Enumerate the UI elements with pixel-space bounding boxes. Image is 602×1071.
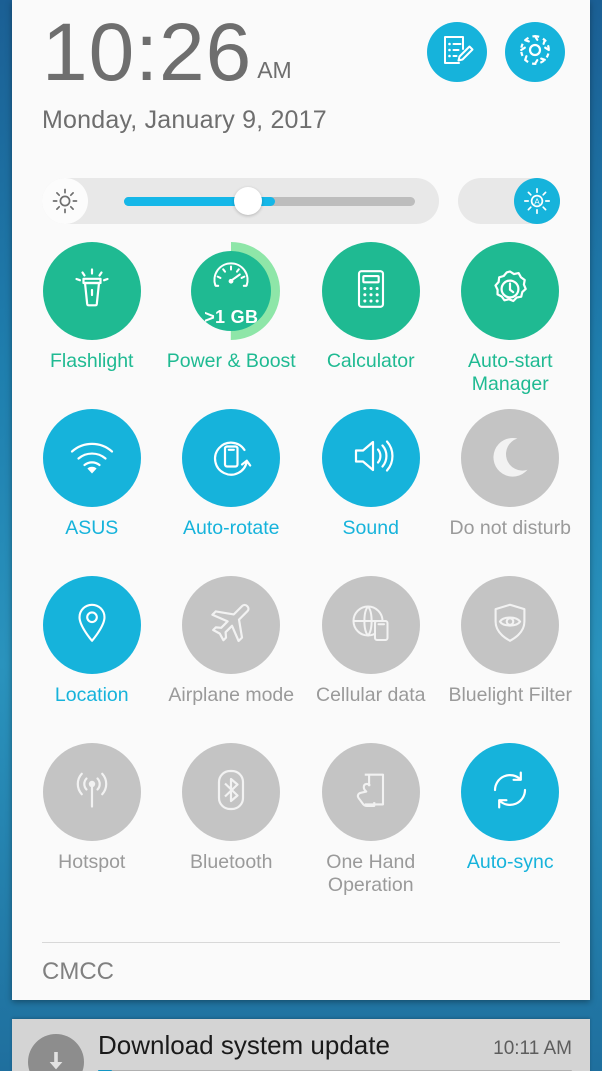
tile-power-boost-circle: >1 GB <box>182 242 281 340</box>
brightness-handle[interactable] <box>234 187 263 215</box>
tile-hotspot-label: Hotspot <box>58 851 126 873</box>
tile-do-not-disturb[interactable]: Do not disturb <box>441 407 581 574</box>
carrier-bar: CMCC <box>42 942 560 1000</box>
tile-flashlight-circle <box>42 242 141 340</box>
speaker-icon <box>346 431 396 486</box>
globe-phone-icon <box>346 598 396 653</box>
tile-hotspot[interactable]: Hotspot <box>22 741 162 908</box>
brightness-auto-icon: A <box>514 178 560 224</box>
tile-cellular-data[interactable]: Cellular data <box>301 574 441 741</box>
tile-do-not-disturb-label: Do not disturb <box>449 517 571 539</box>
airplane-icon <box>206 598 256 653</box>
tile-wifi-asus[interactable]: ASUS <box>22 407 162 574</box>
hotspot-icon <box>67 765 117 820</box>
notification-time: 10:11 AM <box>493 1038 572 1059</box>
brightness-track <box>124 196 415 206</box>
sync-icon <box>484 764 536 821</box>
tile-sound[interactable]: Sound <box>301 407 441 574</box>
edit-notes-button[interactable] <box>427 22 487 82</box>
clock-time: 10:26 <box>42 7 253 98</box>
tile-calculator[interactable]: Calculator <box>301 240 441 407</box>
tile-auto-start-manager-label: Auto-start Manager <box>467 350 553 395</box>
tile-auto-start-manager[interactable]: Auto-start Manager <box>441 240 581 407</box>
tile-bluelight-filter-circle <box>461 576 560 674</box>
settings-button[interactable] <box>505 22 565 82</box>
tile-power-boost-label: Power & Boost <box>166 350 296 372</box>
tile-calculator-label: Calculator <box>326 350 415 372</box>
tile-hotspot-circle <box>42 743 141 841</box>
notification-body: Download system update 10:11 AM <box>98 1028 572 1071</box>
tile-bluelight-filter-label: Bluelight Filter <box>448 684 573 706</box>
brightness-row: A <box>12 170 590 232</box>
svg-text:A: A <box>534 196 540 206</box>
shield-eye-icon <box>486 599 534 652</box>
tile-auto-start-manager-circle <box>461 242 560 340</box>
notification-shade: Download system update 10:11 AM <box>12 1019 590 1071</box>
boost-badge: >1 GB <box>204 306 259 327</box>
tile-do-not-disturb-circle <box>461 409 560 507</box>
tile-power-boost[interactable]: >1 GB Power & Boost <box>162 240 302 407</box>
brightness-sun-icon <box>42 178 88 224</box>
tile-cellular-data-label: Cellular data <box>316 684 426 706</box>
clock-meridiem: AM <box>257 56 292 83</box>
quick-settings-tile-grid: Flashlight >1 GB Power & Boost Calculato… <box>12 232 590 942</box>
tile-sound-label: Sound <box>342 517 399 539</box>
tile-cellular-data-circle <box>321 576 420 674</box>
tile-airplane-mode[interactable]: Airplane mode <box>162 574 302 741</box>
clock-date: Monday, January 9, 2017 <box>42 105 327 134</box>
header-action-buttons <box>427 22 565 82</box>
quick-settings-header: 10:26 AM Monday, January 9, 2017 <box>12 0 590 170</box>
notification-title: Download system update <box>98 1030 390 1060</box>
tile-one-hand-operation-circle <box>321 743 420 841</box>
auto-brightness-toggle[interactable]: A <box>458 178 560 224</box>
moon-icon <box>487 433 533 484</box>
tile-bluetooth-circle <box>182 743 281 841</box>
speedometer-icon <box>208 255 254 306</box>
download-icon <box>28 1034 84 1071</box>
notes-edit-icon <box>440 33 474 72</box>
boost-inner: >1 GB <box>191 251 272 331</box>
one-hand-icon <box>347 766 395 819</box>
tile-flashlight[interactable]: Flashlight <box>22 240 162 407</box>
tile-location[interactable]: Location <box>22 574 162 741</box>
tile-auto-sync-circle <box>461 743 560 841</box>
gear-icon <box>518 33 552 72</box>
tile-location-label: Location <box>54 684 129 706</box>
tile-calculator-circle <box>321 242 420 340</box>
tile-wifi-asus-circle <box>42 409 141 507</box>
tile-one-hand-operation-label: One Hand Operation <box>326 851 416 896</box>
notification-download-system-update[interactable]: Download system update 10:11 AM <box>12 1019 590 1071</box>
tile-auto-rotate[interactable]: Auto-rotate <box>162 407 302 574</box>
tile-bluelight-filter[interactable]: Bluelight Filter <box>441 574 581 741</box>
flashlight-icon <box>67 264 117 319</box>
tile-location-circle <box>42 576 141 674</box>
tile-auto-sync[interactable]: Auto-sync <box>441 741 581 908</box>
tile-airplane-mode-circle <box>182 576 281 674</box>
bluetooth-icon <box>206 765 256 820</box>
gear-gauge-icon <box>485 264 535 319</box>
quick-settings-panel: 10:26 AM Monday, January 9, 2017 A Flash… <box>12 0 590 1000</box>
tile-bluetooth-label: Bluetooth <box>190 851 273 873</box>
tile-auto-sync-label: Auto-sync <box>466 851 554 873</box>
tile-auto-rotate-label: Auto-rotate <box>183 517 280 539</box>
tile-one-hand-operation[interactable]: One Hand Operation <box>301 741 441 908</box>
tile-sound-circle <box>321 409 420 507</box>
wifi-icon <box>66 430 118 487</box>
carrier-name: CMCC <box>42 957 114 985</box>
calculator-icon <box>347 265 395 318</box>
tile-flashlight-label: Flashlight <box>50 350 134 372</box>
notification-title-row: Download system update 10:11 AM <box>98 1030 572 1061</box>
tile-wifi-asus-label: ASUS <box>65 517 119 539</box>
auto-rotate-icon <box>206 431 256 486</box>
brightness-slider[interactable] <box>42 178 439 224</box>
location-pin-icon <box>68 599 116 652</box>
tile-airplane-mode-label: Airplane mode <box>168 684 295 706</box>
tile-auto-rotate-circle <box>182 409 281 507</box>
tile-bluetooth[interactable]: Bluetooth <box>162 741 302 908</box>
